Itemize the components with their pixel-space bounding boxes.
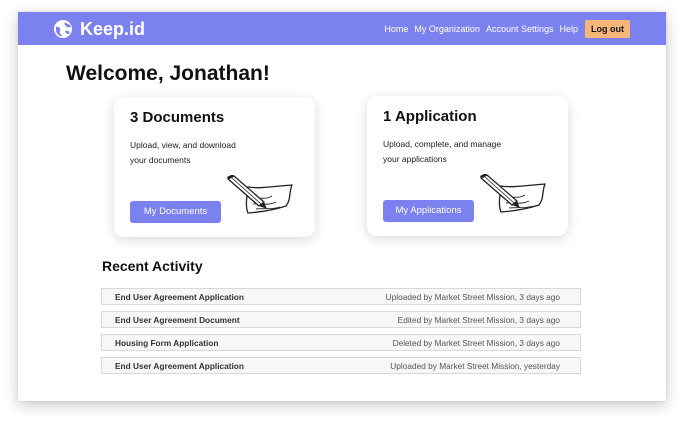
activity-row[interactable]: End User Agreement Application Uploaded … — [101, 357, 581, 374]
my-applications-button[interactable]: My Applications — [383, 200, 474, 222]
card-description: Upload, view, and download your document… — [130, 140, 236, 165]
app-window: Keep.id Home My Organization Account Set… — [18, 12, 666, 401]
activity-row[interactable]: End User Agreement Document Edited by Ma… — [101, 311, 581, 328]
activity-name: End User Agreement Document — [115, 315, 240, 325]
page-title: Welcome, Jonathan! — [66, 62, 270, 85]
documents-card: 3 Documents Upload, view, and download y… — [114, 97, 315, 237]
activity-row[interactable]: End User Agreement Application Uploaded … — [101, 288, 581, 305]
pen-writing-icon — [480, 174, 546, 213]
brand-name: Keep.id — [80, 19, 146, 39]
card-description: Upload, complete, and manage your applic… — [383, 139, 502, 164]
my-documents-button[interactable]: My Documents — [130, 201, 221, 223]
keepid-logo-icon — [54, 20, 72, 38]
activity-detail: Uploaded by Market Street Mission, 3 day… — [385, 292, 560, 302]
applications-card: 1 Application Upload, complete, and mana… — [367, 96, 568, 236]
brand[interactable]: Keep.id — [52, 18, 145, 40]
nav-account-settings-link[interactable]: Account Settings — [486, 24, 554, 34]
navbar: Keep.id Home My Organization Account Set… — [18, 12, 666, 45]
pen-writing-icon — [227, 175, 293, 214]
card-title: 1 Application — [383, 108, 477, 125]
activity-name: Housing Form Application — [115, 338, 219, 348]
nav-links: Home My Organization Account Settings He… — [378, 19, 630, 38]
logout-button[interactable]: Log out — [585, 19, 630, 38]
activity-detail: Edited by Market Street Mission, 3 days … — [397, 315, 560, 325]
activity-detail: Uploaded by Market Street Mission, yeste… — [390, 361, 560, 371]
nav-home-link[interactable]: Home — [384, 24, 408, 34]
activity-detail: Deleted by Market Street Mission, 3 days… — [392, 338, 560, 348]
card-title: 3 Documents — [130, 109, 225, 126]
activity-row[interactable]: Housing Form Application Deleted by Mark… — [101, 334, 581, 351]
activity-name: End User Agreement Application — [115, 361, 244, 371]
nav-help-link[interactable]: Help — [559, 24, 578, 34]
activity-name: End User Agreement Application — [115, 292, 244, 302]
activity-list: End User Agreement Application Uploaded … — [101, 288, 581, 380]
recent-activity-heading: Recent Activity — [102, 258, 203, 274]
nav-my-organization-link[interactable]: My Organization — [414, 24, 480, 34]
